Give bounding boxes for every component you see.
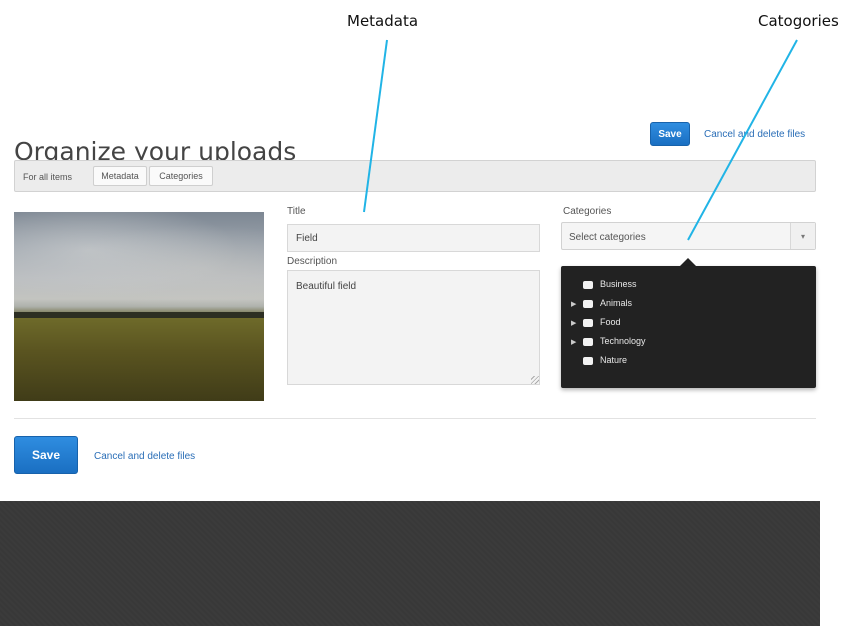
annotation-line-categories <box>687 39 798 241</box>
categories-dropdown: Business ▶ Animals ▶ Food ▶ Technology N… <box>561 266 816 388</box>
resize-grip-icon[interactable] <box>531 376 539 384</box>
cancel-delete-link-top[interactable]: Cancel and delete files <box>704 129 805 140</box>
page-footer <box>0 501 820 626</box>
category-option-food[interactable]: ▶ Food <box>561 316 816 334</box>
cancel-delete-link-bottom[interactable]: Cancel and delete files <box>94 451 195 462</box>
checkbox-icon[interactable] <box>583 319 593 327</box>
chevron-down-icon[interactable]: ▾ <box>790 223 815 249</box>
tab-metadata[interactable]: Metadata <box>93 166 147 186</box>
title-label: Title <box>287 206 306 217</box>
save-button-top[interactable]: Save <box>650 122 690 146</box>
toolbar-label: For all items <box>23 172 73 182</box>
category-option-label: Nature <box>600 355 628 365</box>
category-option-label: Technology <box>600 336 646 346</box>
categories-placeholder: Select categories <box>569 232 646 243</box>
category-option-nature[interactable]: Nature <box>561 354 816 372</box>
save-button-bottom[interactable]: Save <box>14 436 78 474</box>
annotation-label-metadata: Metadata <box>347 12 419 30</box>
category-option-animals[interactable]: ▶ Animals <box>561 297 816 315</box>
bulk-edit-toolbar: For all items Metadata Categories <box>14 160 816 192</box>
checkbox-icon[interactable] <box>583 357 593 365</box>
thumbnail-field <box>14 318 264 401</box>
divider <box>14 418 816 419</box>
dropdown-pointer <box>680 258 696 266</box>
category-option-label: Business <box>600 279 637 289</box>
category-option-business[interactable]: Business <box>561 278 816 296</box>
expand-arrow-icon[interactable]: ▶ <box>571 338 576 346</box>
expand-arrow-icon[interactable]: ▶ <box>571 300 576 308</box>
title-input[interactable] <box>287 224 540 252</box>
thumbnail-sky <box>14 212 264 307</box>
tab-categories[interactable]: Categories <box>149 166 213 186</box>
checkbox-icon[interactable] <box>583 281 593 289</box>
description-textarea[interactable]: Beautiful field <box>287 270 540 385</box>
description-label: Description <box>287 256 338 267</box>
categories-select[interactable]: Select categories ▾ <box>561 222 816 250</box>
checkbox-icon[interactable] <box>583 338 593 346</box>
category-option-label: Animals <box>600 298 633 308</box>
expand-arrow-icon[interactable]: ▶ <box>571 319 576 327</box>
upload-thumbnail <box>14 212 264 401</box>
category-option-technology[interactable]: ▶ Technology <box>561 335 816 353</box>
checkbox-icon[interactable] <box>583 300 593 308</box>
category-option-label: Food <box>600 317 621 327</box>
categories-label: Categories <box>563 206 612 217</box>
annotation-label-categories: Catogories <box>758 12 839 30</box>
